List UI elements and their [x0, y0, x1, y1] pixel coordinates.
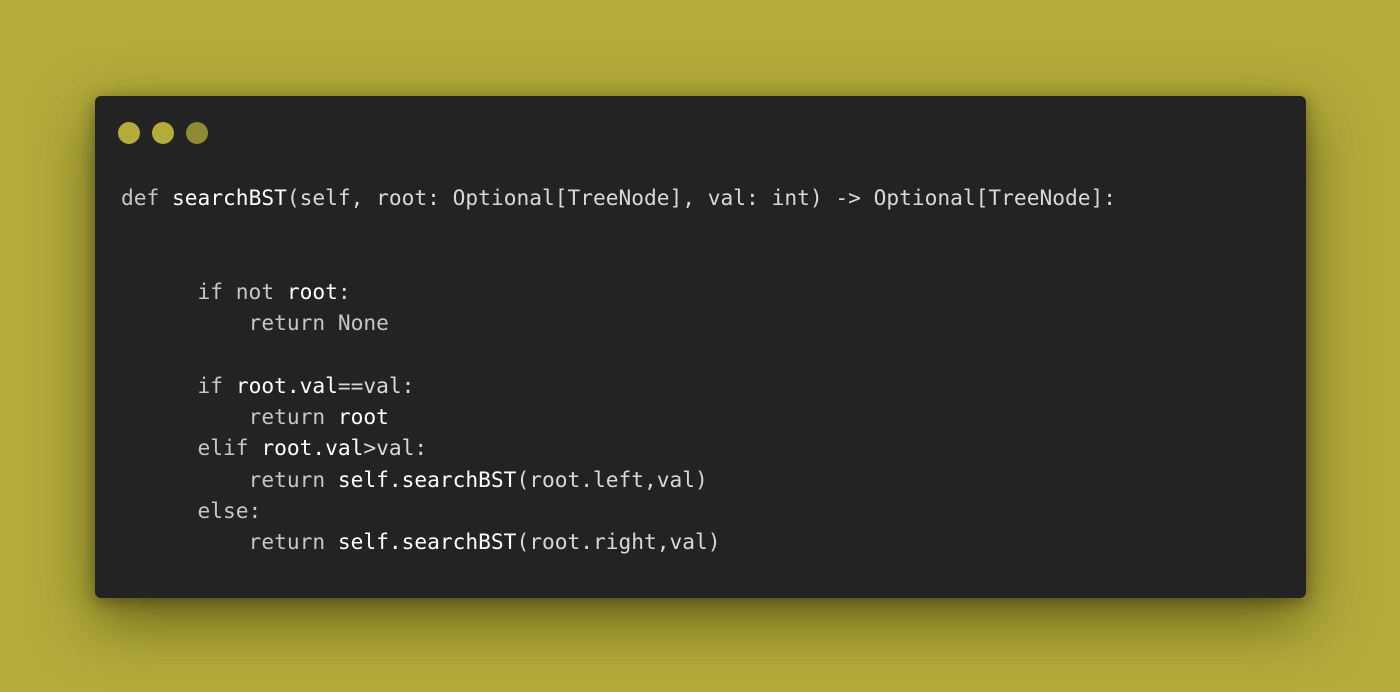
- code-token: elif: [121, 435, 262, 461]
- code-line: def searchBST(self, root: Optional[TreeN…: [121, 182, 1116, 213]
- code-token: def: [121, 185, 173, 210]
- maximize-dot-icon[interactable]: [186, 122, 208, 144]
- code-window: def searchBST(self, root: Optional[TreeN…: [95, 96, 1306, 598]
- code-token: >val:: [363, 435, 428, 461]
- code-token: root.val: [235, 372, 338, 398]
- code-line: else:: [121, 495, 1116, 526]
- code-token: return: [121, 466, 338, 492]
- code-line: return root: [121, 401, 1116, 432]
- code-token: else:: [121, 497, 262, 523]
- page-background: { "window": { "traffic_lights": [ {"name…: [0, 0, 1400, 692]
- code-block: def searchBST(self, root: Optional[TreeN…: [121, 182, 1116, 558]
- code-token: root: [337, 404, 389, 430]
- code-token: (root.right,val): [516, 529, 721, 555]
- code-line: elif root.val>val:: [121, 432, 1116, 463]
- close-dot-icon[interactable]: [118, 122, 140, 144]
- code-token: ==val:: [337, 372, 415, 398]
- code-token: root.val: [261, 435, 364, 461]
- code-token: return: [121, 404, 338, 430]
- code-line: if not root:: [121, 276, 1116, 307]
- code-token: root: [286, 278, 338, 304]
- code-token: return None: [121, 310, 389, 336]
- minimize-dot-icon[interactable]: [152, 122, 174, 144]
- code-line: return None: [121, 307, 1116, 338]
- code-token: (root.left,val): [516, 466, 708, 492]
- code-line: return self.searchBST(root.left,val): [121, 464, 1116, 495]
- code-token: return: [121, 529, 338, 555]
- code-token: self.searchBST: [337, 466, 517, 492]
- code-token: (self, root: Optional[TreeNode], val: in…: [286, 185, 1116, 210]
- code-token: searchBST: [172, 185, 287, 210]
- code-line: return self.searchBST(root.right,val): [121, 526, 1116, 557]
- code-token: :: [337, 278, 351, 304]
- window-controls: [118, 122, 208, 144]
- code-token: if not: [121, 278, 287, 304]
- code-line: if root.val==val:: [121, 370, 1116, 401]
- code-token: self.searchBST: [337, 529, 517, 555]
- code-token: if: [121, 372, 236, 398]
